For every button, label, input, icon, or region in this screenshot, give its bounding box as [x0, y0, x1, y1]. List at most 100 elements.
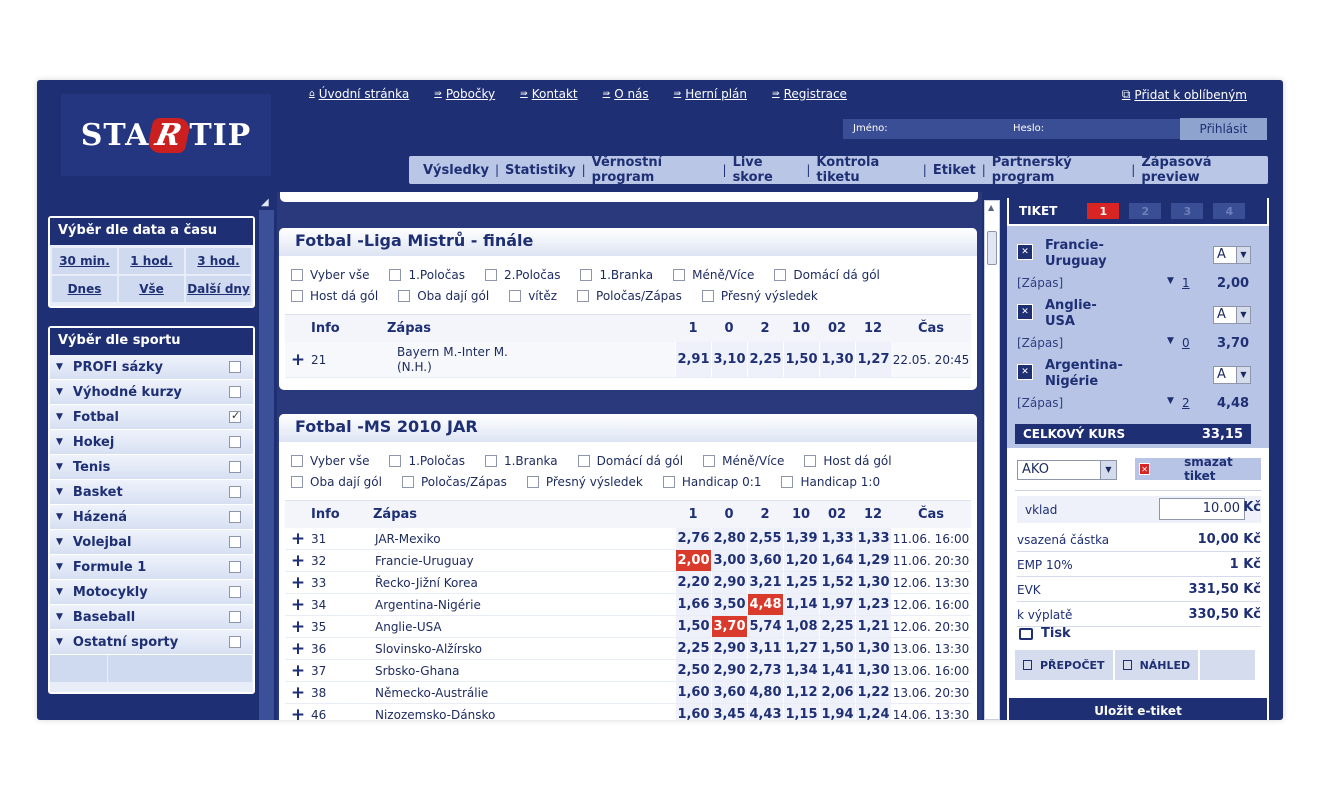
topnav-link[interactable]: ⌂ Úvodní stránka: [309, 87, 409, 101]
expand-plus-icon[interactable]: +: [285, 551, 311, 571]
sport-item[interactable]: ▼ Tenis: [50, 455, 253, 480]
sport-checkbox[interactable]: [229, 409, 241, 423]
ticket-tab[interactable]: 4: [1213, 203, 1246, 219]
expand-plus-icon[interactable]: +: [285, 350, 311, 370]
odd-cell[interactable]: 1,24: [855, 704, 891, 720]
market-filter[interactable]: Přesný výsledek: [701, 289, 818, 303]
sport-checkbox[interactable]: [229, 436, 241, 448]
sport-checkbox[interactable]: [229, 611, 241, 623]
filter-checkbox[interactable]: [291, 289, 303, 302]
mainnav-item[interactable]: Live skore: [727, 155, 807, 185]
sport-checkbox[interactable]: [229, 461, 241, 473]
odds-scrollbar[interactable]: ▲: [984, 200, 1000, 720]
time-filter-option[interactable]: 3 hod.: [186, 248, 251, 274]
topnav-link[interactable]: ⇛ Pobočky: [434, 87, 495, 101]
filter-checkbox[interactable]: [662, 475, 675, 488]
remove-bet-icon[interactable]: ✕: [1017, 244, 1033, 260]
odd-cell[interactable]: 2,25: [675, 638, 711, 659]
market-filter[interactable]: Host dá gól: [291, 289, 378, 303]
scroll-thumb[interactable]: [987, 231, 997, 265]
odd-cell[interactable]: 1,50: [819, 638, 855, 659]
bet-bank-select[interactable]: A ▼: [1213, 246, 1251, 264]
mainnav-item[interactable]: Kontrola tiketu: [810, 155, 922, 185]
odd-cell[interactable]: 1,60: [675, 704, 711, 720]
odd-cell[interactable]: 2,90: [711, 638, 747, 659]
sport-checkbox[interactable]: [229, 636, 241, 648]
odd-cell[interactable]: 2,55: [747, 528, 783, 549]
expand-plus-icon[interactable]: +: [285, 595, 311, 615]
odd-cell[interactable]: 3,11: [747, 638, 783, 659]
sport-item[interactable]: ▼ Basket: [50, 480, 253, 505]
odd-cell[interactable]: 4,80: [747, 682, 783, 703]
market-filter[interactable]: 1.Poločas: [389, 454, 465, 468]
odd-cell[interactable]: 1,60: [675, 682, 711, 703]
odd-cell[interactable]: 1,50: [783, 342, 819, 377]
preview-button[interactable]: NÁHLED: [1115, 650, 1201, 680]
sport-checkbox[interactable]: [229, 586, 241, 598]
bet-tip[interactable]: 0: [1182, 336, 1190, 350]
market-filter[interactable]: 2.Poločas: [484, 268, 560, 282]
odd-cell[interactable]: 3,60: [747, 550, 783, 571]
odd-cell[interactable]: 1,30: [855, 638, 891, 659]
filter-checkbox[interactable]: [526, 475, 539, 488]
odd-cell[interactable]: 1,94: [819, 704, 855, 720]
market-filter[interactable]: Handicap 0:1: [662, 475, 761, 489]
sport-checkbox[interactable]: [229, 511, 241, 523]
odd-cell[interactable]: 1,25: [783, 572, 819, 593]
odd-cell[interactable]: 2,90: [711, 660, 747, 681]
expand-plus-icon[interactable]: +: [285, 573, 311, 593]
market-filter[interactable]: 1.Branka: [484, 454, 558, 468]
sport-item[interactable]: ▼ Motocykly: [50, 580, 253, 605]
market-filter[interactable]: Poločas/Zápas: [401, 475, 507, 489]
odd-cell[interactable]: 2,25: [819, 616, 855, 637]
bet-tip[interactable]: 1: [1182, 276, 1190, 290]
remove-bet-icon[interactable]: ✕: [1017, 364, 1033, 380]
chevron-down-icon[interactable]: ▼: [1167, 276, 1174, 286]
odd-cell[interactable]: 3,45: [711, 704, 747, 720]
sport-item[interactable]: ▼ Volejbal: [50, 530, 253, 555]
expand-plus-icon[interactable]: +: [285, 705, 311, 721]
topnav-link[interactable]: ⇛ Kontakt: [520, 87, 577, 101]
sport-item[interactable]: ▼ Formule 1: [50, 555, 253, 580]
startip-logo[interactable]: STA R TIP: [61, 94, 271, 176]
filter-checkbox[interactable]: [774, 268, 787, 281]
odd-cell[interactable]: 3,70: [711, 616, 747, 637]
filter-checkbox[interactable]: [291, 268, 303, 281]
ticket-tab[interactable]: 3: [1171, 203, 1204, 219]
market-filter[interactable]: Oba dají gól: [398, 289, 489, 303]
market-filter[interactable]: Vyber vše: [291, 454, 369, 468]
sport-item[interactable]: ▼ PROFI sázky: [50, 355, 253, 380]
mainnav-item[interactable]: Zápasová preview: [1135, 155, 1268, 185]
bet-tip[interactable]: 2: [1182, 396, 1190, 410]
odd-cell[interactable]: 2,91: [675, 342, 711, 377]
odd-cell[interactable]: 2,00: [675, 550, 711, 571]
odd-cell[interactable]: 2,80: [711, 528, 747, 549]
odd-cell[interactable]: 1,64: [819, 550, 855, 571]
delete-ticket-button[interactable]: ✕ smazat tiket: [1135, 455, 1261, 483]
odd-cell[interactable]: 4,43: [747, 704, 783, 720]
odd-cell[interactable]: 1,50: [675, 616, 711, 637]
odd-cell[interactable]: 2,06: [819, 682, 855, 703]
sport-checkbox[interactable]: [229, 486, 241, 498]
market-filter[interactable]: Méně/Více: [703, 454, 784, 468]
odd-cell[interactable]: 1,30: [819, 342, 855, 377]
mainnav-item[interactable]: Výsledky: [417, 163, 495, 178]
odd-cell[interactable]: 1,23: [855, 594, 891, 615]
username-input[interactable]: [891, 121, 1003, 137]
time-filter-option[interactable]: 30 min.: [52, 248, 117, 274]
sport-item[interactable]: ▼ Ostatní sporty: [50, 630, 253, 655]
odd-cell[interactable]: 1,15: [783, 704, 819, 720]
expand-plus-icon[interactable]: +: [285, 683, 311, 703]
expand-plus-icon[interactable]: +: [285, 529, 311, 549]
bet-bank-select[interactable]: A ▼: [1213, 306, 1251, 324]
market-filter[interactable]: 1.Branka: [580, 268, 653, 282]
market-filter[interactable]: Domácí dá gól: [774, 268, 880, 282]
odd-cell[interactable]: 1,08: [783, 616, 819, 637]
odd-cell[interactable]: 2,76: [675, 528, 711, 549]
odd-cell[interactable]: 1,97: [819, 594, 855, 615]
mainnav-item[interactable]: Partnerský program: [986, 155, 1132, 185]
add-to-favorites-link[interactable]: ⧉ Přidat k oblíbeným: [1122, 87, 1247, 102]
odd-cell[interactable]: 1,12: [783, 682, 819, 703]
odd-cell[interactable]: 3,60: [711, 682, 747, 703]
odd-cell[interactable]: 1,29: [855, 550, 891, 571]
